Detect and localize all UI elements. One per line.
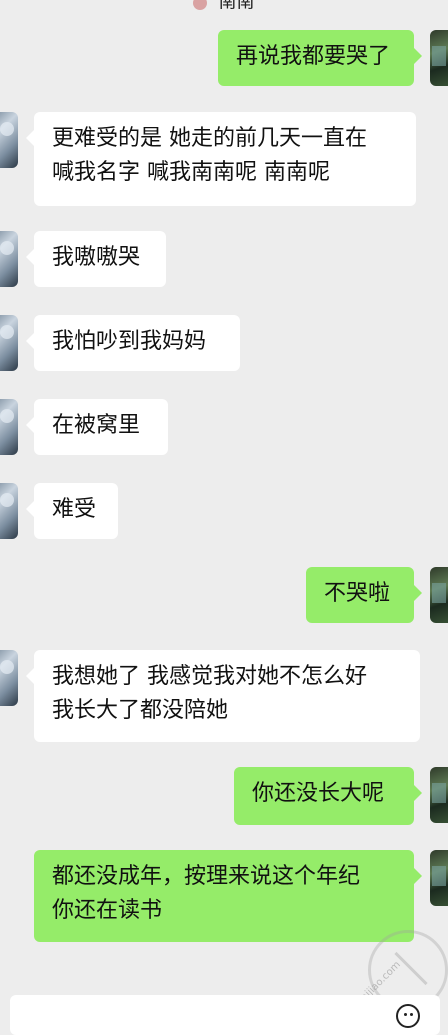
message-bubble-received[interactable]: 我嗷嗷哭 [26,231,166,287]
message-bubble-sent[interactable]: 再说我都要哭了 [218,30,422,86]
my-avatar-icon[interactable] [430,850,448,906]
message-bubble-received[interactable]: 更难受的是 她走的前几天一直在 喊我名字 喊我南南呢 南南呢 [26,112,416,206]
my-avatar-icon[interactable] [430,767,448,823]
chat-title: 南南 [218,0,255,13]
message-row: 我嗷嗷哭 [0,231,448,291]
message-bubble-sent[interactable]: 你还没长大呢 [234,767,422,825]
message-bubble-sent[interactable]: 都还没成年，按理来说这个年纪 你还在读书 [34,850,422,942]
chat-title-peek: 南南 [0,0,448,11]
my-avatar-icon[interactable] [430,567,448,623]
contact-avatar-icon[interactable] [0,399,18,455]
message-row: 我想她了 我感觉我对她不怎么好 我长大了都没陪她 [0,650,448,746]
message-row: 都还没成年，按理来说这个年纪 你还在读书 [0,850,448,946]
contact-avatar-icon[interactable] [0,650,18,706]
message-bubble-received[interactable]: 在被窝里 [26,399,168,455]
message-bubble-received[interactable]: 我怕吵到我妈妈 [26,315,240,371]
message-bubble-sent[interactable]: 不哭啦 [306,567,422,623]
message-row: 你还没长大呢 [0,767,448,827]
message-input-bar[interactable] [10,995,440,1035]
contact-avatar-icon[interactable] [0,315,18,371]
title-avatar-icon [193,0,208,10]
contact-avatar-icon[interactable] [0,231,18,287]
message-row: 再说我都要哭了 [0,30,448,90]
contact-avatar-icon[interactable] [0,112,18,168]
message-bubble-received[interactable]: 我想她了 我感觉我对她不怎么好 我长大了都没陪她 [26,650,420,742]
message-row: 难受 [0,483,448,543]
message-row: 我怕吵到我妈妈 [0,315,448,375]
message-bubble-received[interactable]: 难受 [26,483,118,539]
emoji-icon[interactable] [396,1004,420,1028]
message-row: 在被窝里 [0,399,448,459]
contact-avatar-icon[interactable] [0,483,18,539]
my-avatar-icon[interactable] [430,30,448,86]
message-row: 更难受的是 她走的前几天一直在 喊我名字 喊我南南呢 南南呢 [0,112,448,208]
message-row: 不哭啦 [0,567,448,627]
